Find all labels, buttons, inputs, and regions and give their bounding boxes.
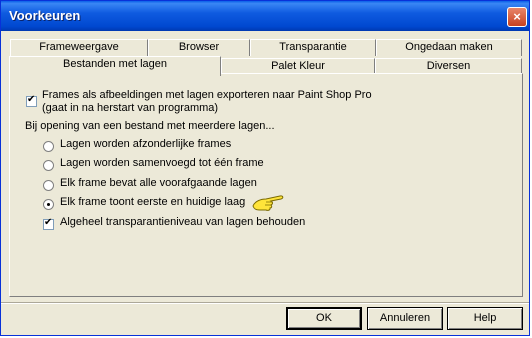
radio-separate-frames[interactable] xyxy=(43,141,54,152)
pointing-hand-icon xyxy=(252,195,284,211)
cancel-button[interactable]: Annuleren xyxy=(367,307,443,330)
radio-cumulative-layers-label[interactable]: Elk frame bevat alle voorafgaande lagen xyxy=(60,177,257,189)
separator xyxy=(1,302,529,304)
ok-button[interactable]: OK xyxy=(286,307,362,330)
tab-label: Browser xyxy=(178,41,220,53)
keep-transparency-checkbox[interactable] xyxy=(43,217,54,230)
tab-label: Ongedaan maken xyxy=(405,41,493,53)
tab-label: Palet Kleur xyxy=(271,60,325,72)
help-button[interactable]: Help xyxy=(447,307,523,330)
tab-bestanden-met-lagen[interactable]: Bestanden met lagen xyxy=(9,56,221,76)
opening-label: Bij opening van een bestand met meerdere… xyxy=(25,120,275,132)
tab-frameweergave[interactable]: Frameweergave xyxy=(10,39,148,56)
radio-merged-frame[interactable] xyxy=(43,160,54,171)
title-bar[interactable]: Voorkeuren × xyxy=(1,1,529,31)
keep-transparency-label[interactable]: Algeheel transparantieniveau van lagen b… xyxy=(60,216,305,228)
export-frames-note: (gaat in na herstart van programma) xyxy=(42,102,219,114)
radio-first-and-current-layer[interactable] xyxy=(43,199,54,210)
window-title: Voorkeuren xyxy=(9,8,81,23)
export-frames-label[interactable]: Frames als afbeeldingen met lagen export… xyxy=(42,89,372,101)
export-frames-checkbox[interactable] xyxy=(26,94,37,107)
tab-label: Diversen xyxy=(426,60,471,72)
tab-label: Frameweergave xyxy=(39,41,119,53)
radio-cumulative-layers[interactable] xyxy=(43,180,54,191)
radio-separate-frames-label[interactable]: Lagen worden afzonderlijke frames xyxy=(60,138,231,150)
tab-label: Bestanden met lagen xyxy=(63,58,167,70)
tab-panel: Frames als afbeeldingen met lagen export… xyxy=(9,73,523,297)
tab-ongedaan-maken[interactable]: Ongedaan maken xyxy=(376,39,522,56)
close-button[interactable]: × xyxy=(507,7,527,27)
preferences-dialog: Voorkeuren × Frameweergave Browser Trans… xyxy=(0,0,530,336)
tab-browser[interactable]: Browser xyxy=(148,39,250,56)
radio-first-and-current-layer-label[interactable]: Elk frame toont eerste en huidige laag xyxy=(60,196,245,208)
tab-label: Transparantie xyxy=(279,41,347,53)
close-icon: × xyxy=(513,9,521,24)
tab-transparantie[interactable]: Transparantie xyxy=(250,39,376,56)
radio-merged-frame-label[interactable]: Lagen worden samenvoegd tot één frame xyxy=(60,157,264,169)
